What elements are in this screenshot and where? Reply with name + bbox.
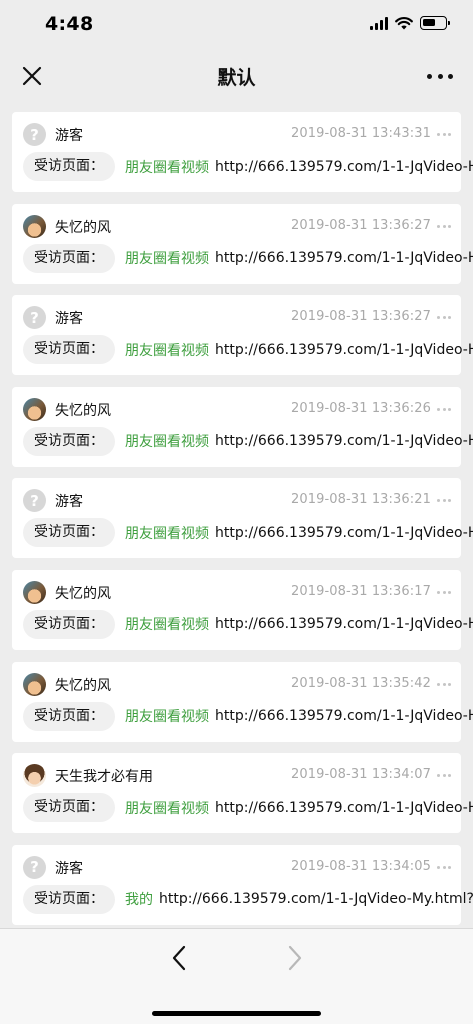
card-more-icon[interactable]	[437, 407, 451, 412]
visited-page-label: 受访页面：	[23, 884, 115, 914]
visit-url[interactable]: http://666.139579.com/1-1-JqVideo-Ho	[215, 708, 473, 724]
visited-page-row: 受访页面： 朋友圈看视频 http://666.139579.com/1-1-J…	[23, 701, 473, 731]
visit-card[interactable]: ? 游客 2019-08-31 13:43:31 受访页面： 朋友圈看视频 ht…	[12, 112, 473, 192]
bottom-toolbar	[0, 928, 473, 1024]
visit-card[interactable]: 失忆的风 2019-08-31 13:36:27 受访页面： 朋友圈看视频 ht…	[12, 203, 473, 284]
chevron-left-icon[interactable]	[166, 943, 194, 973]
home-indicator	[152, 1011, 321, 1016]
visit-card[interactable]: 失忆的风 2019-08-31 13:35:42 受访页面： 朋友圈看视频 ht…	[12, 661, 473, 742]
visit-time: 2019-08-31 13:43:31	[291, 126, 431, 141]
visited-page-label: 受访页面：	[23, 701, 115, 731]
avatar	[23, 672, 46, 696]
visit-list: ? 游客 2019-08-31 13:43:31 受访页面： 朋友圈看视频 ht…	[12, 112, 473, 936]
visit-card[interactable]: 天生我才必有用 2019-08-31 13:34:07 受访页面： 朋友圈看视频…	[12, 753, 473, 834]
visit-source[interactable]: 我的	[125, 889, 153, 909]
visited-page-row: 受访页面： 朋友圈看视频 http://666.139579.com/1-1-J…	[23, 152, 473, 181]
guest-avatar-icon: ?	[23, 855, 46, 879]
visitor-name: 游客	[55, 311, 83, 328]
visit-card[interactable]: 失忆的风 2019-08-31 13:36:17 受访页面： 朋友圈看视频 ht…	[12, 569, 473, 650]
avatar	[23, 214, 46, 238]
visit-card[interactable]: ? 游客 2019-08-31 13:34:05 受访页面： 我的 http:/…	[12, 844, 473, 925]
visit-source[interactable]: 朋友圈看视频	[125, 340, 209, 360]
battery-icon	[420, 16, 450, 30]
visited-page-label: 受访页面：	[23, 243, 115, 273]
visit-time: 2019-08-31 13:34:05	[291, 858, 431, 874]
visit-card[interactable]: ? 游客 2019-08-31 13:36:27 受访页面： 朋友圈看视频 ht…	[12, 295, 473, 376]
visit-time: 2019-08-31 13:36:21	[291, 492, 431, 508]
visit-url[interactable]: http://666.139579.com/1-1-JqVideo-Ho	[215, 616, 473, 632]
card-more-icon[interactable]	[437, 774, 451, 778]
visited-page-label: 受访页面：	[23, 426, 115, 456]
chevron-right-icon	[288, 945, 302, 971]
card-more-icon[interactable]	[437, 133, 451, 137]
visit-card[interactable]: 失忆的风 2019-08-31 13:36:26 受访页面： 朋友圈看视频 ht…	[12, 386, 473, 467]
visit-source[interactable]: 朋友圈看视频	[125, 706, 209, 726]
visit-url[interactable]: http://666.139579.com/1-1-JqVideo-Ho	[215, 525, 473, 541]
status-icons	[370, 16, 450, 30]
visitor-name: 失忆的风	[55, 585, 111, 602]
visited-page-label: 受访页面：	[23, 609, 115, 639]
visit-time: 2019-08-31 13:36:26	[291, 400, 431, 416]
visit-url[interactable]: http://666.139579.com/1-1-JqVideo-My.htm…	[159, 891, 473, 907]
screen: 4:48 默认 ? 游客 2019-08-31 13:43:31 受访页面： 朋…	[0, 0, 473, 1024]
visit-url[interactable]: http://666.139579.com/1-1-JqVideo-Ho	[215, 342, 473, 358]
card-more-icon[interactable]	[437, 865, 451, 870]
visit-time: 2019-08-31 13:36:27	[291, 217, 431, 233]
visited-page-row: 受访页面： 朋友圈看视频 http://666.139579.com/1-1-J…	[23, 243, 473, 273]
visited-page-row: 受访页面： 朋友圈看视频 http://666.139579.com/1-1-J…	[23, 609, 473, 639]
visitor-name: 失忆的风	[55, 402, 111, 419]
guest-avatar-icon: ?	[23, 123, 46, 146]
visited-page-row: 受访页面： 朋友圈看视频 http://666.139579.com/1-1-J…	[23, 793, 473, 823]
nav-bar: 默认	[0, 52, 473, 100]
visit-url[interactable]: http://666.139579.com/1-1-JqVideo-Ho	[215, 433, 473, 449]
visited-page-label: 受访页面：	[23, 518, 115, 548]
visit-url[interactable]: http://666.139579.com/1-1-JqVideo-Ho	[215, 250, 473, 266]
visited-page-label: 受访页面：	[23, 335, 115, 365]
visit-time: 2019-08-31 13:35:42	[291, 675, 431, 691]
visitor-name: 游客	[55, 128, 83, 144]
page-title: 默认	[217, 67, 256, 89]
visit-source[interactable]: 朋友圈看视频	[125, 614, 209, 634]
visit-source[interactable]: 朋友圈看视频	[125, 798, 209, 818]
wifi-icon	[395, 17, 413, 30]
visit-time: 2019-08-31 13:34:07	[291, 767, 431, 783]
visited-page-row: 受访页面： 朋友圈看视频 http://666.139579.com/1-1-J…	[23, 426, 473, 456]
visitor-name: 游客	[55, 494, 83, 511]
card-more-icon[interactable]	[437, 682, 451, 687]
guest-avatar-icon: ?	[23, 489, 46, 513]
visit-time: 2019-08-31 13:36:27	[291, 309, 431, 325]
signal-icon	[370, 16, 388, 30]
card-more-icon[interactable]	[437, 590, 451, 595]
status-bar: 4:48	[0, 0, 473, 52]
card-more-icon[interactable]	[437, 316, 451, 320]
card-more-icon[interactable]	[437, 499, 451, 503]
visited-page-row: 受访页面： 我的 http://666.139579.com/1-1-JqVid…	[23, 884, 473, 914]
card-more-icon[interactable]	[437, 224, 451, 229]
avatar	[23, 580, 46, 604]
visited-page-row: 受访页面： 朋友圈看视频 http://666.139579.com/1-1-J…	[23, 518, 473, 548]
visitor-name: 失忆的风	[55, 219, 111, 236]
avatar	[23, 764, 46, 788]
visitor-name: 游客	[55, 860, 83, 877]
visit-time: 2019-08-31 13:36:17	[291, 583, 431, 599]
visit-source[interactable]: 朋友圈看视频	[125, 248, 209, 268]
visit-url[interactable]: http://666.139579.com/1-1-JqVideo-Ho	[215, 159, 473, 175]
avatar	[23, 397, 46, 421]
status-time: 4:48	[45, 13, 94, 35]
visited-page-row: 受访页面： 朋友圈看视频 http://666.139579.com/1-1-J…	[23, 335, 473, 365]
visit-source[interactable]: 朋友圈看视频	[125, 431, 209, 451]
visit-url[interactable]: http://666.139579.com/1-1-JqVideo-Ho	[215, 800, 473, 816]
visit-source[interactable]: 朋友圈看视频	[125, 523, 209, 543]
visit-card[interactable]: ? 游客 2019-08-31 13:36:21 受访页面： 朋友圈看视频 ht…	[12, 478, 473, 559]
visit-source[interactable]: 朋友圈看视频	[125, 157, 209, 177]
visitor-name: 天生我才必有用	[55, 769, 153, 786]
visited-page-label: 受访页面：	[23, 793, 115, 823]
more-icon[interactable]	[427, 64, 453, 88]
guest-avatar-icon: ?	[23, 306, 46, 330]
visitor-name: 失忆的风	[55, 677, 111, 694]
visited-page-label: 受访页面：	[23, 152, 115, 181]
